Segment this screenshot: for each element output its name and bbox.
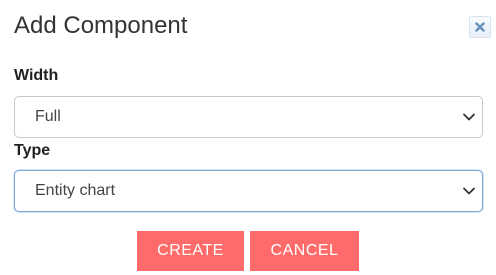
- type-label: Type: [14, 142, 51, 159]
- add-component-dialog: Add Component Width Full Type Entity cha…: [0, 0, 496, 275]
- type-select[interactable]: Entity chart: [14, 170, 483, 212]
- width-label: Width: [14, 67, 59, 84]
- width-select[interactable]: Full: [14, 96, 483, 138]
- width-select-value: Full: [35, 108, 61, 125]
- cancel-button[interactable]: CANCEL: [250, 231, 359, 271]
- chevron-down-icon: [463, 187, 475, 195]
- type-select-value: Entity chart: [35, 182, 116, 199]
- close-icon: [475, 22, 485, 32]
- close-button[interactable]: [469, 16, 491, 38]
- create-button[interactable]: CREATE: [137, 231, 244, 271]
- dialog-title: Add Component: [14, 12, 188, 39]
- chevron-down-icon: [463, 113, 475, 121]
